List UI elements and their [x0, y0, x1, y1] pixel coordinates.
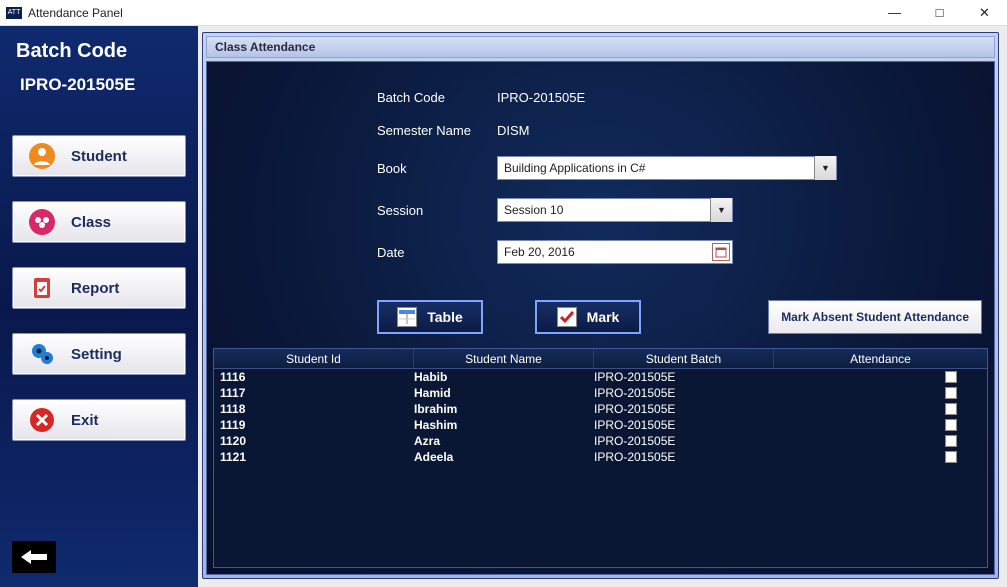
book-dropdown[interactable]: Building Applications in C# ▼: [497, 156, 837, 180]
attendance-checkbox[interactable]: [945, 451, 957, 463]
cell-batch: IPRO-201505E: [594, 385, 774, 401]
back-button[interactable]: [12, 541, 56, 573]
col-student-id[interactable]: Student Id: [214, 349, 414, 368]
cell-attendance: [774, 401, 987, 417]
check-icon: [557, 307, 577, 327]
cell-id: 1117: [214, 385, 414, 401]
table-row[interactable]: 1121AdeelaIPRO-201505E: [214, 449, 987, 465]
attendance-checkbox[interactable]: [945, 403, 957, 415]
cell-attendance: [774, 433, 987, 449]
sidebar: Batch Code IPRO-201505E Student Class Re…: [0, 26, 198, 587]
cell-batch: IPRO-201505E: [594, 433, 774, 449]
window-title: Attendance Panel: [28, 6, 123, 20]
cell-attendance: [774, 369, 987, 385]
table-button[interactable]: Table: [377, 300, 483, 334]
table-icon: [397, 307, 417, 327]
session-value: Session 10: [504, 203, 563, 217]
nav-label: Student: [71, 148, 127, 165]
nav-label: Report: [71, 280, 119, 297]
nav-label: Setting: [71, 346, 122, 363]
sidebar-heading: Batch Code: [16, 40, 186, 63]
cell-batch: IPRO-201505E: [594, 417, 774, 433]
cell-name: Hamid: [414, 385, 594, 401]
attendance-checkbox[interactable]: [945, 371, 957, 383]
maximize-button[interactable]: □: [917, 0, 962, 25]
attendance-table: Student Id Student Name Student Batch At…: [213, 348, 988, 568]
cell-name: Azra: [414, 433, 594, 449]
cell-batch: IPRO-201505E: [594, 449, 774, 465]
cell-name: Ibrahim: [414, 401, 594, 417]
cell-name: Adeela: [414, 449, 594, 465]
minimize-button[interactable]: —: [872, 0, 917, 25]
nav-label: Exit: [71, 412, 99, 429]
date-label: Date: [377, 245, 497, 260]
nav-student[interactable]: Student: [12, 135, 186, 177]
table-row[interactable]: 1117HamidIPRO-201505E: [214, 385, 987, 401]
table-row[interactable]: 1118IbrahimIPRO-201505E: [214, 401, 987, 417]
cell-attendance: [774, 417, 987, 433]
cell-id: 1118: [214, 401, 414, 417]
mark-button[interactable]: Mark: [535, 300, 641, 334]
exit-icon: [27, 405, 57, 435]
mark-absent-label: Mark Absent Student Attendance: [781, 310, 969, 324]
titlebar: ATT Attendance Panel — □ ✕: [0, 0, 1007, 26]
book-label: Book: [377, 161, 497, 176]
setting-icon: [27, 339, 57, 369]
table-button-label: Table: [427, 309, 463, 325]
batch-code-value: IPRO-201505E: [497, 90, 585, 105]
app-icon: ATT: [6, 7, 22, 19]
nav-report[interactable]: Report: [12, 267, 186, 309]
calendar-icon: [710, 240, 732, 264]
inner-window-title: Class Attendance: [206, 36, 995, 58]
cell-name: Hashim: [414, 417, 594, 433]
cell-batch: IPRO-201505E: [594, 369, 774, 385]
session-dropdown[interactable]: Session 10 ▼: [497, 198, 733, 222]
date-value: Feb 20, 2016: [504, 245, 575, 259]
attendance-checkbox[interactable]: [945, 419, 957, 431]
table-row[interactable]: 1120AzraIPRO-201505E: [214, 433, 987, 449]
nav-exit[interactable]: Exit: [12, 399, 186, 441]
attendance-checkbox[interactable]: [945, 435, 957, 447]
col-student-name[interactable]: Student Name: [414, 349, 594, 368]
book-value: Building Applications in C#: [504, 161, 645, 175]
cell-id: 1121: [214, 449, 414, 465]
cell-id: 1120: [214, 433, 414, 449]
report-icon: [27, 273, 57, 303]
col-student-batch[interactable]: Student Batch: [594, 349, 774, 368]
cell-attendance: [774, 449, 987, 465]
cell-name: Habib: [414, 369, 594, 385]
attendance-checkbox[interactable]: [945, 387, 957, 399]
mark-absent-button[interactable]: Mark Absent Student Attendance: [768, 300, 982, 334]
table-row[interactable]: 1119HashimIPRO-201505E: [214, 417, 987, 433]
cell-id: 1119: [214, 417, 414, 433]
class-icon: [27, 207, 57, 237]
nav-class[interactable]: Class: [12, 201, 186, 243]
sidebar-batch-value: IPRO-201505E: [20, 75, 186, 95]
mark-button-label: Mark: [587, 309, 620, 325]
table-row[interactable]: 1116HabibIPRO-201505E: [214, 369, 987, 385]
chevron-down-icon: ▼: [814, 156, 836, 180]
cell-batch: IPRO-201505E: [594, 401, 774, 417]
close-button[interactable]: ✕: [962, 0, 1007, 25]
semester-label: Semester Name: [377, 123, 497, 138]
session-label: Session: [377, 203, 497, 218]
nav-label: Class: [71, 214, 111, 231]
cell-id: 1116: [214, 369, 414, 385]
col-attendance[interactable]: Attendance: [774, 349, 987, 368]
cell-attendance: [774, 385, 987, 401]
chevron-down-icon: ▼: [710, 198, 732, 222]
inner-window: Class Attendance Batch Code IPRO-201505E…: [202, 32, 999, 579]
batch-code-label: Batch Code: [377, 90, 497, 105]
semester-value: DISM: [497, 123, 530, 138]
date-picker[interactable]: Feb 20, 2016: [497, 240, 733, 264]
student-icon: [27, 141, 57, 171]
nav-setting[interactable]: Setting: [12, 333, 186, 375]
